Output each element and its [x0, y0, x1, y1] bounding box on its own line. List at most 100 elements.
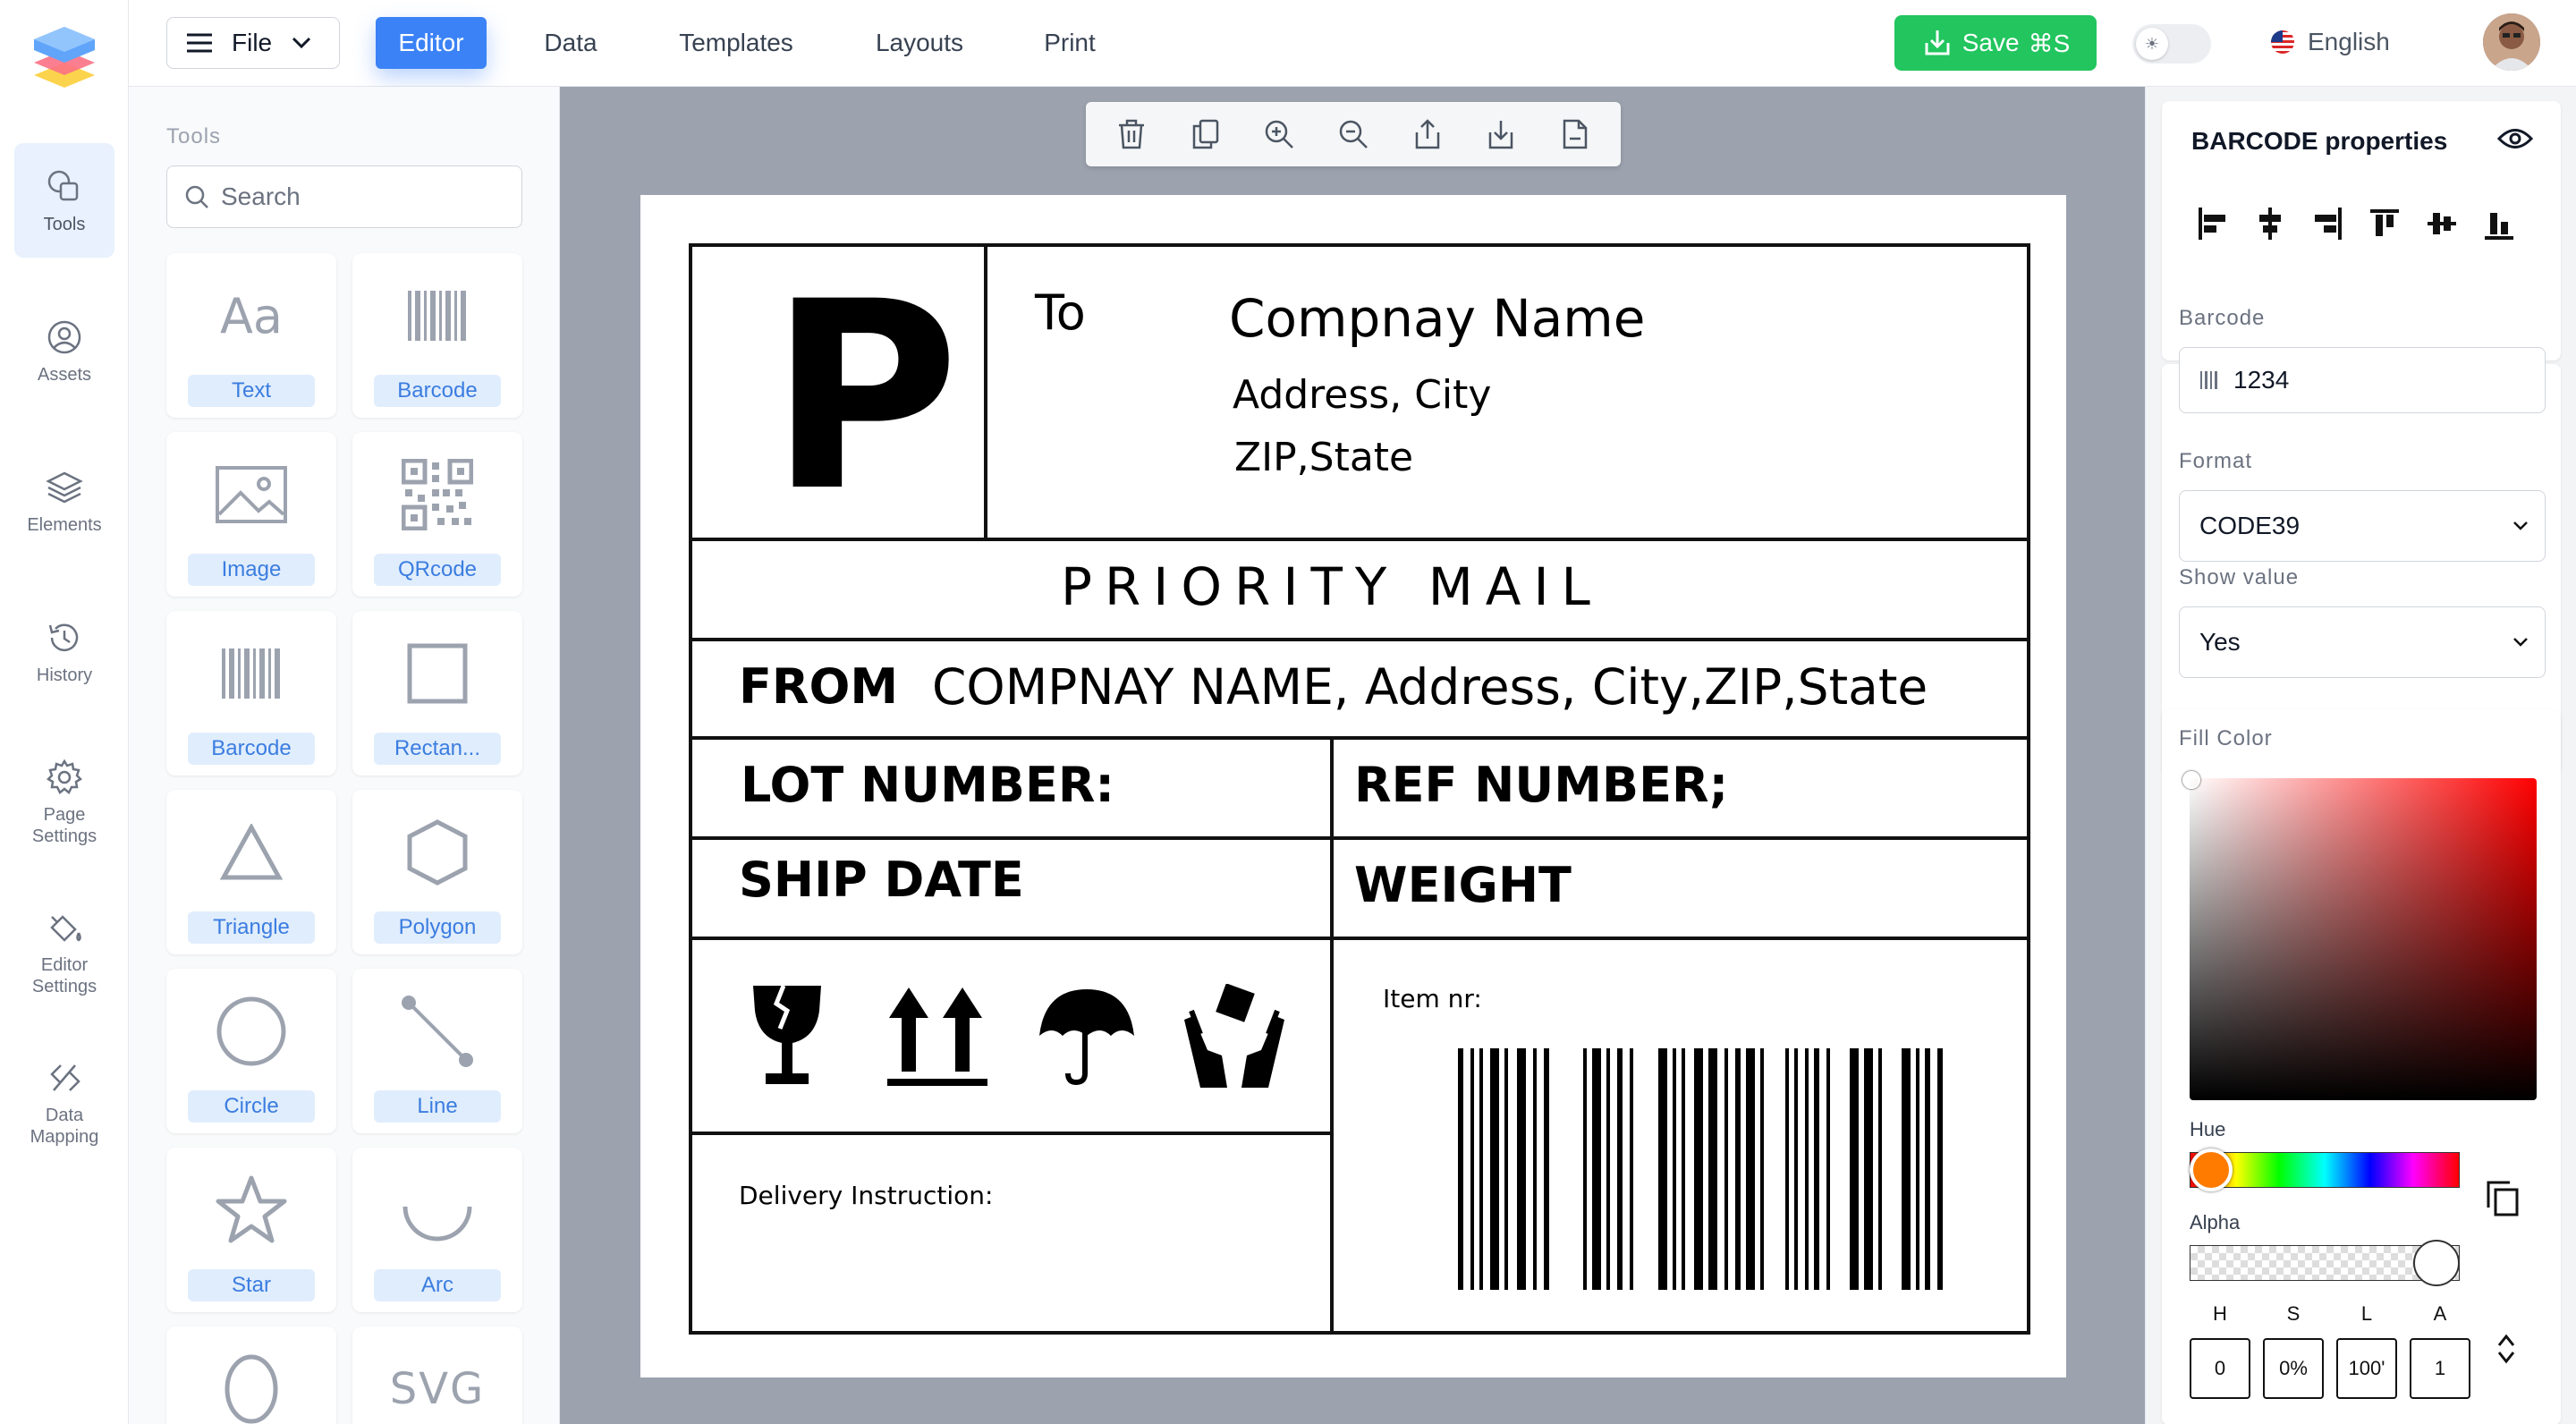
- nav-data-mapping[interactable]: Data Mapping: [14, 1045, 114, 1159]
- hue-slider-handle[interactable]: [2190, 1149, 2233, 1191]
- tool-circle[interactable]: Circle: [166, 969, 336, 1133]
- label-address[interactable]: Address, City: [1233, 372, 1491, 418]
- tool-rectangle[interactable]: Rectan...: [352, 611, 522, 776]
- shapes-icon: [47, 170, 79, 201]
- nav-tools[interactable]: Tools: [14, 143, 114, 258]
- label-delivery-instruction[interactable]: Delivery Instruction:: [739, 1181, 993, 1210]
- rectangle-icon: [400, 636, 475, 711]
- label-ref-number[interactable]: REF NUMBER;: [1354, 757, 1728, 813]
- menu-editor[interactable]: Editor: [376, 17, 487, 69]
- label-to[interactable]: To: [1035, 284, 1086, 341]
- s-label: S: [2286, 1302, 2301, 1325]
- keep-dry-icon[interactable]: [1038, 987, 1136, 1088]
- zoom-out-icon[interactable]: [1334, 114, 1373, 154]
- tool-qrcode[interactable]: QRcode: [352, 432, 522, 597]
- h-input[interactable]: 0: [2190, 1338, 2250, 1399]
- a-label: A: [2433, 1302, 2447, 1325]
- tool-svg[interactable]: SVG: [352, 1327, 522, 1424]
- divider: [1330, 736, 1334, 1335]
- theme-toggle[interactable]: ☀: [2132, 24, 2211, 64]
- arc-icon: [400, 1173, 475, 1248]
- ellipse-icon: [214, 1352, 289, 1424]
- save-shortcut: ⌘S: [2028, 29, 2071, 57]
- label-lot-number[interactable]: LOT NUMBER:: [741, 757, 1114, 813]
- download-icon[interactable]: [1481, 114, 1521, 154]
- save-button[interactable]: Save ⌘S: [1894, 15, 2097, 71]
- tool-star-label: Star: [188, 1269, 315, 1301]
- show-value-select[interactable]: Yes: [2179, 606, 2546, 678]
- save-label: Save: [1962, 29, 2020, 56]
- tool-arc[interactable]: Arc: [352, 1148, 522, 1312]
- fragile-icon[interactable]: [750, 984, 825, 1088]
- tool-barcode-2-label: Barcode: [188, 733, 315, 765]
- tool-ellipse[interactable]: [166, 1327, 336, 1424]
- tool-triangle[interactable]: Triangle: [166, 790, 336, 954]
- nav-editor-settings[interactable]: Editor Settings: [14, 894, 114, 1009]
- a-input[interactable]: 1: [2410, 1338, 2470, 1399]
- tools-search-input[interactable]: Search: [166, 165, 522, 228]
- file-icon[interactable]: [1555, 114, 1595, 154]
- menu-templates[interactable]: Templates: [664, 17, 809, 69]
- tool-barcode-2[interactable]: Barcode: [166, 611, 336, 776]
- history-icon: [48, 623, 79, 652]
- l-input[interactable]: 100': [2336, 1338, 2397, 1399]
- menu-data[interactable]: Data: [528, 17, 614, 69]
- nav-assets[interactable]: Assets: [14, 293, 114, 408]
- app-logo: [30, 23, 98, 91]
- eye-icon[interactable]: [2497, 125, 2533, 152]
- tool-text[interactable]: Aa Text: [166, 253, 336, 418]
- left-navigation: Tools Assets Elements History Page Setti…: [0, 0, 129, 1424]
- menu-layouts[interactable]: Layouts: [862, 17, 977, 69]
- color-mode-toggle-icon[interactable]: [2496, 1331, 2517, 1367]
- barcode-element[interactable]: [1458, 1048, 1945, 1290]
- qrcode-icon: [400, 457, 475, 532]
- copy-icon[interactable]: [1186, 114, 1225, 154]
- label-zip[interactable]: ZIP,State: [1234, 435, 1413, 480]
- mapping-icon: [50, 1064, 80, 1091]
- nav-history[interactable]: History: [14, 594, 114, 708]
- nav-editor-settings-label: Editor Settings: [31, 955, 97, 996]
- label-item-nr[interactable]: Item nr:: [1383, 984, 1482, 1013]
- tool-image[interactable]: Image: [166, 432, 336, 597]
- alpha-slider-handle[interactable]: [2413, 1240, 2460, 1286]
- label-weight[interactable]: WEIGHT: [1354, 857, 1572, 913]
- trash-icon[interactable]: [1112, 114, 1151, 154]
- label-from-value[interactable]: COMPNAY NAME, Address, City,ZIP,State: [932, 658, 1928, 716]
- language-selector[interactable]: English: [2270, 21, 2390, 63]
- copy-color-icon[interactable]: [2485, 1179, 2521, 1218]
- zoom-in-icon[interactable]: [1259, 114, 1299, 154]
- handle-with-care-icon[interactable]: [1181, 984, 1288, 1089]
- label-big-letter[interactable]: P: [769, 268, 960, 528]
- format-select[interactable]: CODE39: [2179, 490, 2546, 562]
- picker-handle[interactable]: [2182, 771, 2200, 789]
- align-bottom-icon[interactable]: [2483, 206, 2515, 242]
- file-menu-button[interactable]: File: [166, 17, 340, 69]
- label-company-name[interactable]: Compnay Name: [1229, 288, 1645, 349]
- tool-polygon[interactable]: Polygon: [352, 790, 522, 954]
- s-input[interactable]: 0%: [2263, 1338, 2324, 1399]
- align-right-icon[interactable]: [2311, 206, 2343, 242]
- align-top-icon[interactable]: [2368, 206, 2401, 242]
- tool-qrcode-label: QRcode: [374, 554, 501, 586]
- align-left-icon[interactable]: [2197, 206, 2229, 242]
- align-center-vertical-icon[interactable]: [2426, 206, 2458, 242]
- tool-barcode[interactable]: Barcode: [352, 253, 522, 418]
- menu-print[interactable]: Print: [1029, 17, 1111, 69]
- user-avatar[interactable]: [2483, 13, 2540, 71]
- label-ship-date[interactable]: SHIP DATE: [739, 852, 1024, 908]
- text-icon: Aa: [219, 287, 284, 344]
- label-priority[interactable]: PRIORITY MAIL: [1061, 556, 1603, 617]
- upload-icon[interactable]: [1408, 114, 1447, 154]
- this-way-up-icon[interactable]: [886, 987, 989, 1088]
- nav-history-label: History: [36, 665, 93, 685]
- nav-elements[interactable]: Elements: [14, 444, 114, 558]
- tool-star[interactable]: Star: [166, 1148, 336, 1312]
- barcode-icon: [2200, 371, 2217, 389]
- saturation-lightness-picker[interactable]: [2190, 778, 2537, 1100]
- align-center-horizontal-icon[interactable]: [2254, 206, 2286, 242]
- tool-line[interactable]: Line: [352, 969, 522, 1133]
- nav-page-settings[interactable]: Page Settings: [14, 744, 114, 859]
- label-from[interactable]: FROM: [739, 658, 898, 715]
- barcode-value-input[interactable]: 1234: [2179, 347, 2546, 413]
- gear-icon: [46, 759, 83, 794]
